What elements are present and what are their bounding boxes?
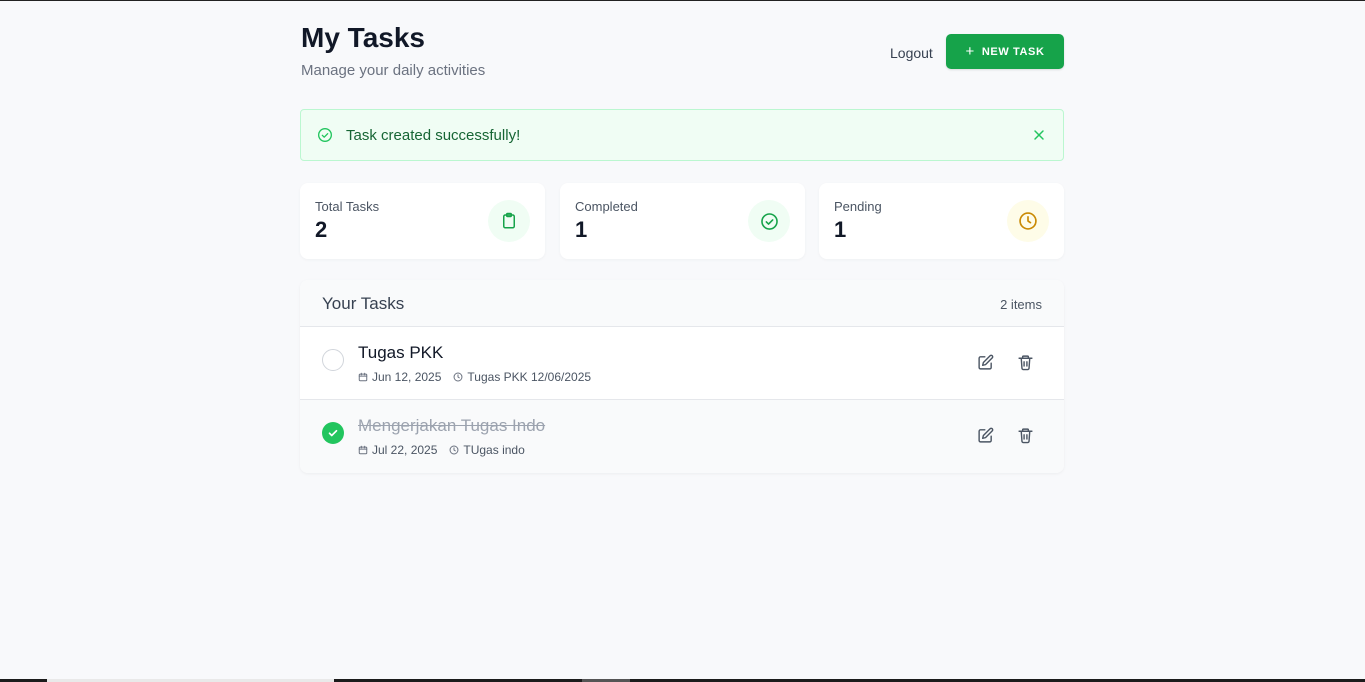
clock-icon xyxy=(449,445,459,455)
tasks-panel-header: Your Tasks 2 items xyxy=(300,280,1064,327)
logout-link[interactable]: Logout xyxy=(890,45,933,61)
task-row: Mengerjakan Tugas Indo Jul 22, 2025 TUga… xyxy=(300,400,1064,473)
main-container: My Tasks Manage your daily activities Lo… xyxy=(300,0,1064,473)
task-date-text: Jul 22, 2025 xyxy=(372,443,438,457)
checkmark-icon xyxy=(328,429,338,437)
task-title: Tugas PKK xyxy=(358,343,444,362)
task-note: TUgas indo xyxy=(449,443,525,457)
clock-icon xyxy=(1007,200,1049,242)
stat-card-total: Total Tasks 2 xyxy=(300,183,545,259)
task-note-text: TUgas indo xyxy=(463,443,525,457)
alert-message: Task created successfully! xyxy=(346,126,521,144)
plus-icon: + xyxy=(965,43,975,60)
task-checkbox-checked[interactable] xyxy=(322,422,344,444)
tasks-panel: Your Tasks 2 items Tugas PKK Jun 12, 202… xyxy=(300,280,1064,473)
calendar-icon xyxy=(358,445,368,455)
task-note-text: Tugas PKK 12/06/2025 xyxy=(467,370,592,384)
task-date: Jun 12, 2025 xyxy=(358,370,441,384)
task-date: Jul 22, 2025 xyxy=(358,443,437,457)
clipboard-icon xyxy=(488,200,530,242)
success-alert: Task created successfully! xyxy=(300,109,1064,161)
edit-icon[interactable] xyxy=(977,354,995,372)
task-title: Mengerjakan Tugas Indo xyxy=(358,416,546,435)
new-task-button[interactable]: + NEW TASK xyxy=(946,34,1064,69)
stat-card-pending: Pending 1 xyxy=(819,183,1064,259)
check-circle-icon xyxy=(748,200,790,242)
calendar-icon xyxy=(358,372,368,382)
tasks-panel-title: Your Tasks xyxy=(322,294,405,313)
task-note: Tugas PKK 12/06/2025 xyxy=(453,370,591,384)
stat-card-completed: Completed 1 xyxy=(560,183,805,259)
task-checkbox[interactable] xyxy=(322,349,344,371)
edit-icon[interactable] xyxy=(977,427,995,445)
stat-label: Total Tasks xyxy=(315,199,380,214)
page-subtitle: Manage your daily activities xyxy=(301,62,486,79)
task-date-text: Jun 12, 2025 xyxy=(372,370,442,384)
clock-icon xyxy=(453,372,463,382)
stat-value: 1 xyxy=(834,217,847,242)
stat-label: Completed xyxy=(575,199,638,214)
page-title: My Tasks xyxy=(301,22,425,53)
page-header: My Tasks Manage your daily activities Lo… xyxy=(300,0,1064,100)
task-meta: Jul 22, 2025 TUgas indo xyxy=(358,443,537,457)
check-circle-icon xyxy=(317,127,333,143)
trash-icon[interactable] xyxy=(1017,354,1035,372)
tasks-count: 2 items xyxy=(1000,297,1042,312)
trash-icon[interactable] xyxy=(1017,427,1035,445)
task-meta: Jun 12, 2025 Tugas PKK 12/06/2025 xyxy=(358,370,603,384)
task-row: Tugas PKK Jun 12, 2025 Tugas PKK 12/06/2… xyxy=(300,327,1064,400)
stat-value: 1 xyxy=(575,217,588,242)
close-icon[interactable] xyxy=(1031,127,1047,143)
new-task-label: NEW TASK xyxy=(981,45,1045,58)
stat-value: 2 xyxy=(315,217,328,242)
stat-label: Pending xyxy=(834,199,882,214)
